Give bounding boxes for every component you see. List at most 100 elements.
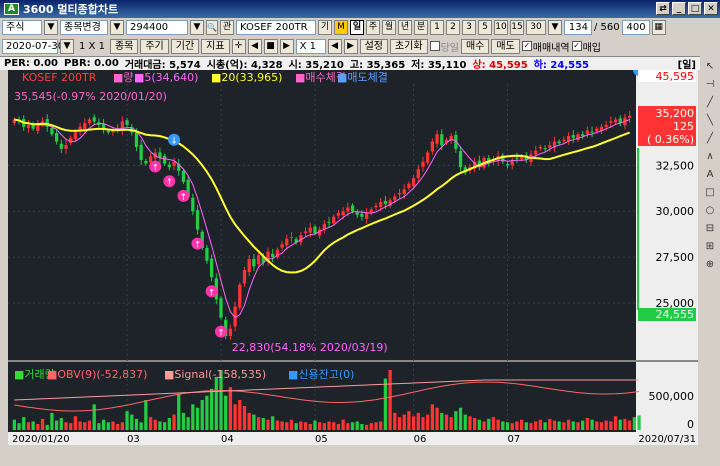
price-chart[interactable]: ↑↑↑↑↑↑↓↓ 25,00027,50030,00032,5002020/01… bbox=[8, 63, 698, 445]
interval-10-button[interactable]: 10 bbox=[494, 19, 508, 35]
candle-body bbox=[327, 221, 331, 223]
symbol-code-input[interactable]: 294400 bbox=[126, 19, 188, 35]
volume-bar bbox=[40, 418, 45, 430]
volume-bar bbox=[303, 422, 308, 430]
symbol-change-dropdown-icon[interactable]: ▼ bbox=[110, 19, 124, 35]
interval-1-button[interactable]: 1 bbox=[430, 19, 444, 35]
period-year-button[interactable]: 년 bbox=[398, 19, 412, 35]
layout-ratio-label[interactable]: 1 X 1 bbox=[76, 41, 108, 52]
draw-tool-6-icon[interactable]: A bbox=[703, 168, 717, 182]
volume-bar bbox=[308, 424, 312, 430]
period-minute-button[interactable]: 분 bbox=[414, 19, 428, 35]
volume-bar bbox=[566, 419, 571, 430]
draw-tool-5-icon[interactable]: ∧ bbox=[703, 150, 717, 164]
volume-bar bbox=[26, 422, 31, 430]
margin-flag[interactable]: M bbox=[334, 19, 348, 35]
minimize-button[interactable]: _ bbox=[672, 2, 686, 15]
symbol-flag[interactable]: 기 bbox=[318, 19, 332, 35]
search-icon[interactable]: 🔍 bbox=[206, 19, 218, 35]
candle-body bbox=[205, 247, 209, 261]
period-button[interactable]: 주기 bbox=[140, 38, 169, 54]
candle-body bbox=[50, 127, 54, 135]
trade-history-checkbox[interactable]: ✓ 매매내역 bbox=[521, 39, 570, 54]
interest-button[interactable]: 관 bbox=[220, 19, 234, 35]
chart-area[interactable]: ↑↑↑↑↑↑↓↓ 25,00027,50030,00032,5002020/01… bbox=[8, 63, 698, 445]
interval-5-button[interactable]: 5 bbox=[478, 19, 492, 35]
symbol-change-select[interactable]: 종목변경 bbox=[60, 19, 108, 35]
zoom-input[interactable]: 400 bbox=[621, 19, 650, 35]
period-week-button[interactable]: 주 bbox=[366, 19, 380, 35]
market-dropdown-icon[interactable]: ▼ bbox=[44, 19, 58, 35]
volume-bar bbox=[167, 418, 171, 430]
reset-button[interactable]: 초기화 bbox=[389, 38, 428, 54]
candle-body bbox=[191, 197, 195, 212]
maximize-button[interactable]: □ bbox=[688, 2, 702, 15]
volume-bar bbox=[468, 416, 472, 430]
draw-tool-10-icon[interactable]: ⊞ bbox=[703, 240, 717, 254]
date-input[interactable]: 2020-07-30 bbox=[2, 38, 64, 54]
grid-icon[interactable]: ▦ bbox=[651, 19, 666, 35]
candle-body bbox=[332, 216, 336, 224]
interval-3-button[interactable]: 3 bbox=[462, 19, 476, 35]
sell-button[interactable]: 매도 bbox=[491, 38, 520, 54]
volume-bar bbox=[458, 407, 463, 430]
pbr-value: PBR: 0.00 bbox=[64, 58, 119, 69]
volume-bar bbox=[17, 423, 21, 430]
market-select[interactable]: 주식 bbox=[2, 19, 42, 35]
interval-30-button[interactable]: 30 bbox=[526, 19, 546, 35]
draw-tool-3-icon[interactable]: ╲ bbox=[703, 114, 717, 128]
indicator-button[interactable]: 지표 bbox=[201, 38, 230, 54]
candle-body bbox=[346, 207, 350, 212]
left-scroll-strip[interactable] bbox=[0, 70, 8, 445]
purchase-checkbox[interactable]: ✓ 매입 bbox=[571, 39, 601, 54]
volume-bar bbox=[285, 422, 289, 430]
date-dropdown-icon[interactable]: ▼ bbox=[60, 38, 74, 54]
today-checkbox[interactable]: 당일 bbox=[429, 39, 459, 54]
scroll-left-button[interactable]: ◀ bbox=[327, 38, 342, 54]
draw-tool-8-icon[interactable]: ○ bbox=[703, 204, 717, 218]
buy-marker-arrow: ↑ bbox=[208, 288, 216, 298]
volume-legend-item: ■신용잔고(0) bbox=[288, 368, 354, 381]
volume-bar bbox=[585, 418, 590, 430]
display-count-input[interactable]: 134 bbox=[564, 19, 592, 35]
items-button[interactable]: 종목 bbox=[109, 38, 139, 54]
symbol-code-dropdown-icon[interactable]: ▼ bbox=[190, 19, 204, 35]
crosshair-icon[interactable]: ✛ bbox=[231, 38, 246, 54]
draw-tool-11-icon[interactable]: ⊕ bbox=[703, 258, 717, 272]
scroll-right-button[interactable]: ▶ bbox=[343, 38, 358, 54]
candle-body bbox=[355, 212, 359, 215]
volume-bar bbox=[214, 376, 218, 430]
range-button[interactable]: 기간 bbox=[170, 38, 200, 54]
draw-tool-0-icon[interactable]: ↖ bbox=[703, 60, 717, 74]
period-month-button[interactable]: 월 bbox=[382, 19, 396, 35]
draw-tool-1-icon[interactable]: ⊣ bbox=[703, 78, 717, 92]
interval-15-button[interactable]: 15 bbox=[510, 19, 524, 35]
interval-dropdown-icon[interactable]: ▼ bbox=[548, 19, 562, 35]
candle-body bbox=[106, 130, 110, 133]
draw-tool-9-icon[interactable]: ⊟ bbox=[703, 222, 717, 236]
period-day-button[interactable]: 일 bbox=[350, 19, 364, 35]
buy-button[interactable]: 매수 bbox=[460, 38, 490, 54]
volume-bar bbox=[524, 422, 528, 430]
interval-2-button[interactable]: 2 bbox=[446, 19, 460, 35]
x-tick-label: 2020/01/20 bbox=[12, 434, 70, 445]
bottom-scrollbar[interactable] bbox=[0, 445, 700, 466]
nav-prev-button[interactable]: ◀ bbox=[247, 38, 262, 54]
nav-next-button[interactable]: ▶ bbox=[279, 38, 294, 54]
volume-bar bbox=[407, 411, 411, 430]
restore-icon[interactable]: ⇄ bbox=[656, 2, 670, 15]
x-tick-label: 04 bbox=[221, 434, 234, 445]
candle-body bbox=[374, 205, 378, 208]
volume-bar bbox=[200, 400, 204, 430]
volume-bar bbox=[97, 423, 101, 430]
nav-stop-button[interactable]: ■ bbox=[263, 38, 278, 54]
settings-button[interactable]: 설정 bbox=[359, 38, 388, 54]
draw-tool-2-icon[interactable]: ╱ bbox=[703, 96, 717, 110]
draw-tool-4-icon[interactable]: ╱ bbox=[703, 132, 717, 146]
volume-bar bbox=[205, 395, 209, 430]
zoom-select[interactable]: X 1 bbox=[295, 38, 326, 54]
volume-bar bbox=[510, 423, 514, 430]
candle-body bbox=[609, 121, 613, 123]
close-button[interactable]: ✕ bbox=[704, 2, 718, 15]
draw-tool-7-icon[interactable]: □ bbox=[703, 186, 717, 200]
